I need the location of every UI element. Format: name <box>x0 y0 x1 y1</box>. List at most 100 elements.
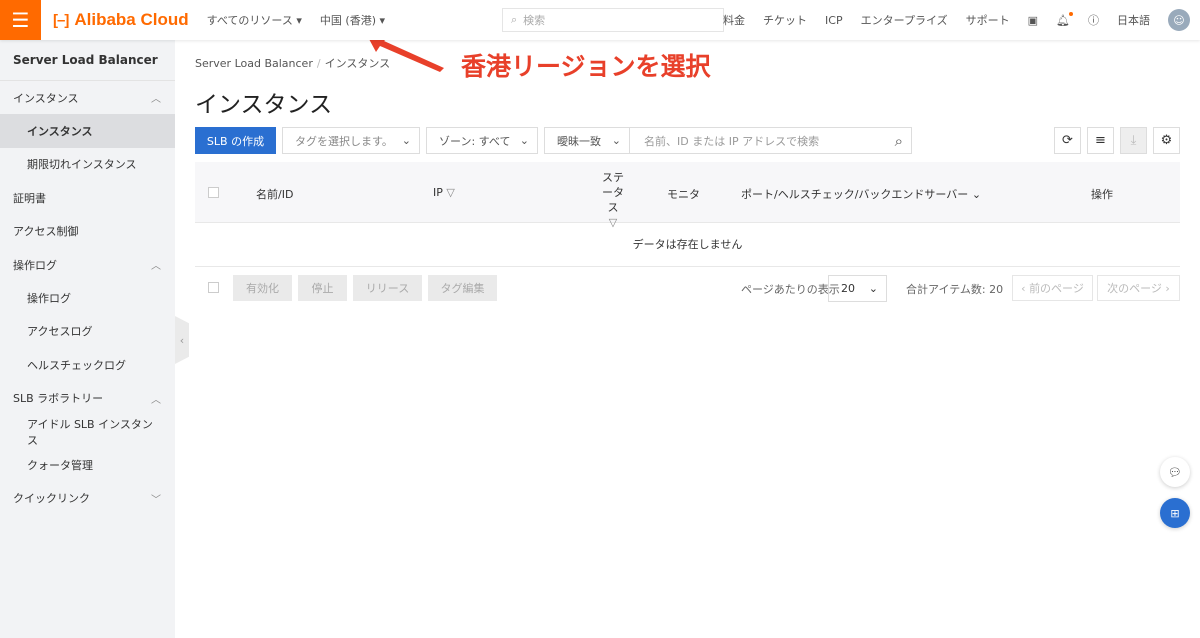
chevron-up-icon: ︿ <box>151 94 161 106</box>
column-name: 名前/ID <box>256 188 294 201</box>
download-button: ⤓ <box>1120 127 1147 154</box>
chevron-down-icon: ⌄ <box>519 134 529 147</box>
help-icon[interactable]: ⓘ <box>1088 12 1099 28</box>
sidebar-title: Server Load Balancer <box>0 40 175 81</box>
resources-label: すべてのリソース <box>206 14 293 27</box>
resources-dropdown[interactable]: すべてのリソース ▾ <box>207 12 302 28</box>
page-title: インスタンス <box>195 92 333 118</box>
match-select-label: 曖昧一致 <box>557 134 601 148</box>
sidebar-item[interactable]: クイックリンク ﹀ <box>0 482 175 515</box>
prev-page-button: ‹ 前のページ <box>1012 275 1093 301</box>
notification-dot <box>1069 11 1073 16</box>
sidebar-item-label: SLB ラボラトリー <box>13 392 104 406</box>
column-list-button[interactable]: ≡ <box>1087 127 1114 154</box>
bell-icon[interactable]: 🔔︎ <box>1056 11 1073 27</box>
page-size-label: ページあたりの表示 <box>741 283 840 296</box>
select-all-checkbox[interactable] <box>208 187 219 198</box>
link-enterprise[interactable]: エンタープライズ <box>861 12 948 28</box>
prev-label: 前のページ <box>1029 282 1084 295</box>
search-icon[interactable]: ⌕ <box>895 132 903 150</box>
column-monitor: モニタ <box>667 188 700 201</box>
sidebar-item[interactable]: アクセスログ <box>0 315 175 348</box>
logo-text: Alibaba Cloud <box>74 10 189 29</box>
menu-button[interactable]: ☰ <box>0 0 41 40</box>
link-support[interactable]: サポート <box>966 12 1010 28</box>
sidebar-item-label: ヘルスチェックログ <box>27 358 126 372</box>
chevron-right-icon: › <box>1161 281 1170 295</box>
column-status: ステータス ▽ <box>602 171 624 229</box>
chat-icon[interactable]: 💬︎ <box>1160 457 1190 487</box>
page-size-select[interactable]: 20 ⌄ <box>828 275 887 302</box>
apps-icon[interactable]: ⊞ <box>1160 498 1190 528</box>
sidebar-item[interactable]: 操作ログ <box>0 281 175 314</box>
region-dropdown[interactable]: 中国 (香港) ▾ <box>320 12 385 28</box>
search-icon: ⌕ <box>511 13 518 26</box>
sidebar-item-label: インスタンス <box>27 125 93 139</box>
empty-message: データは存在しません <box>195 223 1180 267</box>
create-slb-button[interactable]: SLB の作成 <box>195 127 276 154</box>
page-size-value: 20 <box>841 282 855 295</box>
column-ports[interactable]: ポート/ヘルスチェック/バックエンドサーバー ⌄ <box>741 186 981 202</box>
sidebar-item[interactable]: クォータ管理 <box>0 448 175 481</box>
link-pricing[interactable]: 料金 <box>723 12 745 28</box>
sidebar-item-label: アイドル SLB インスタンス <box>27 417 153 447</box>
sidebar-item-label: 期限切れインスタンス <box>27 158 137 172</box>
link-tickets[interactable]: チケット <box>763 12 807 28</box>
caret-down-icon: ▾ <box>379 14 386 27</box>
tag-select-label: タグを選択します。 <box>295 134 393 148</box>
global-search-input[interactable]: ⌕ 検索 <box>502 8 724 32</box>
sidebar-item-label: アクセス制御 <box>13 225 79 239</box>
sidebar-item[interactable]: SLB ラボラトリー ︿ <box>0 382 175 415</box>
sidebar-item[interactable]: 証明書 <box>0 181 175 214</box>
sidebar-item[interactable]: インスタンス ︿ <box>0 81 175 114</box>
enable-button: 有効化 <box>233 275 292 301</box>
stop-button: 停止 <box>298 275 347 301</box>
zone-select[interactable]: ゾーン: すべて ⌄ <box>426 127 538 154</box>
logo[interactable]: [–] Alibaba Cloud <box>53 10 189 30</box>
chevron-up-icon: ︿ <box>151 394 161 406</box>
search-placeholder: 名前、ID または IP アドレスで検索 <box>644 134 820 148</box>
next-label: 次のページ <box>1107 282 1162 295</box>
avatar[interactable]: ☺ <box>1168 9 1190 31</box>
sidebar-item[interactable]: アイドル SLB インスタンス <box>0 415 175 448</box>
chevron-up-icon: ︿ <box>151 261 161 273</box>
terminal-icon[interactable]: ▣ <box>1028 14 1038 27</box>
sidebar-item[interactable]: アクセス制御 <box>0 215 175 248</box>
edit-tags-button: タグ編集 <box>428 275 497 301</box>
sidebar-item-label: アクセスログ <box>27 325 93 339</box>
sidebar-item[interactable]: 期限切れインスタンス <box>0 148 175 181</box>
chevron-left-icon: ‹ <box>1021 281 1030 295</box>
column-actions: 操作 <box>1091 188 1113 201</box>
total-count: 合計アイテム数: 20 <box>906 283 1004 296</box>
sidebar-item-label: 証明書 <box>13 191 46 205</box>
next-page-button: 次のページ › <box>1097 275 1180 301</box>
refresh-button[interactable]: ⟳ <box>1054 127 1081 154</box>
table-header: 名前/ID IP ▽ ステータス ▽ モニタ ポート/ヘルスチェック/バックエンド… <box>195 162 1180 229</box>
search-placeholder: 検索 <box>523 14 546 27</box>
sidebar-collapse-handle[interactable]: ‹ <box>175 316 189 364</box>
release-button: リリース <box>353 275 422 301</box>
match-select[interactable]: 曖昧一致 ⌄ <box>544 127 630 154</box>
region-label: 中国 (香港) <box>319 14 376 27</box>
sidebar-item[interactable]: ヘルスチェックログ <box>0 348 175 381</box>
settings-icon[interactable]: ⚙ <box>1153 127 1180 154</box>
sidebar: Server Load Balancer インスタンス ︿ インスタンス期限切れイン… <box>0 40 175 638</box>
sidebar-item-label: クォータ管理 <box>27 458 93 472</box>
breadcrumb-link[interactable]: Server Load Balancer <box>195 57 313 70</box>
language-selector[interactable]: 日本語 <box>1117 12 1150 28</box>
column-ip: IP ▽ <box>433 186 455 199</box>
chevron-down-icon: ⌄ <box>868 282 878 295</box>
instance-search-input[interactable]: 名前、ID または IP アドレスで検索 ⌕ <box>630 127 912 154</box>
link-icp[interactable]: ICP <box>825 14 843 27</box>
chevron-down-icon: ﹀ <box>151 494 161 506</box>
annotation-text: 香港リージョンを選択 <box>461 52 711 81</box>
zone-select-label: ゾーン: すべて <box>439 134 511 148</box>
sidebar-item-label: 操作ログ <box>13 258 57 272</box>
sidebar-item-label: インスタンス <box>13 91 79 105</box>
chevron-down-icon: ⌄ <box>611 134 621 147</box>
sidebar-item[interactable]: インスタンス <box>0 114 175 148</box>
sidebar-item[interactable]: 操作ログ ︿ <box>0 248 175 281</box>
select-all-footer-checkbox[interactable] <box>208 282 219 293</box>
filter-icon[interactable]: ▽ <box>446 186 454 199</box>
tag-select[interactable]: タグを選択します。 ⌄ <box>282 127 420 154</box>
